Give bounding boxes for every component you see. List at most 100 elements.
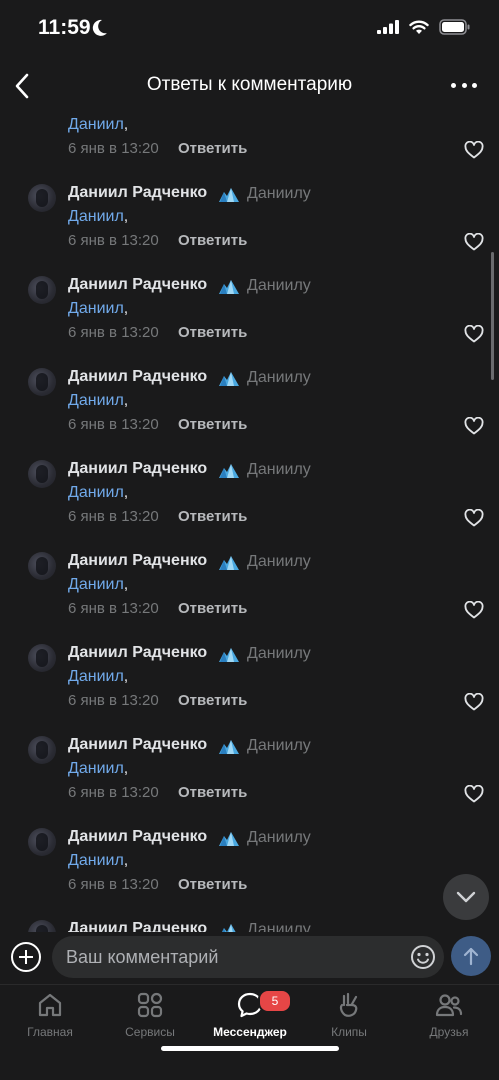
- tab-clips[interactable]: Клипы: [301, 991, 397, 1041]
- mention-link[interactable]: Даниил: [68, 760, 124, 777]
- wifi-icon: [409, 20, 429, 34]
- comment-author[interactable]: Даниил Радченко: [68, 460, 207, 478]
- status-bar: 11:59: [0, 0, 499, 58]
- reply-button[interactable]: Ответить: [178, 876, 247, 893]
- avatar[interactable]: [28, 644, 56, 672]
- mention-link[interactable]: Даниил: [68, 484, 124, 501]
- mention-link[interactable]: Даниил: [68, 116, 124, 133]
- comment-author[interactable]: Даниил Радченко: [68, 368, 207, 386]
- header: Ответы к комментарию: [0, 58, 499, 114]
- mention-link[interactable]: Даниил: [68, 668, 124, 685]
- comment-item: Даниил Радченко Даниилу Даниил, 6 янв в …: [0, 276, 499, 368]
- reply-to-name[interactable]: Даниилу: [247, 737, 311, 755]
- signal-icon: [377, 20, 399, 34]
- crystal-icon: [219, 556, 239, 570]
- comment-item: Даниил Радченко Даниилу Даниил, 6 янв в …: [0, 644, 499, 736]
- scrollbar[interactable]: [491, 252, 494, 380]
- dot-icon: [451, 82, 456, 88]
- avatar[interactable]: [28, 552, 56, 580]
- comment-mention[interactable]: Даниил,: [68, 668, 128, 686]
- comment-time: 6 янв в 13:20: [68, 232, 159, 249]
- reply-to-name[interactable]: Даниилу: [247, 553, 311, 571]
- reply-to-name[interactable]: Даниилу: [247, 921, 311, 932]
- comment-time: 6 янв в 13:20: [68, 324, 159, 341]
- reply-button[interactable]: Ответить: [178, 508, 247, 525]
- tab-services[interactable]: Сервисы: [102, 991, 198, 1041]
- reply-to-name[interactable]: Даниилу: [247, 829, 311, 847]
- comment-item: Даниил Радченко Даниилу Даниил, 6 янв в …: [0, 828, 499, 920]
- comment-mention[interactable]: Даниил,: [68, 392, 128, 410]
- comment-mention[interactable]: Даниил,: [68, 576, 128, 594]
- reply-button[interactable]: Ответить: [178, 324, 247, 341]
- tab-messenger[interactable]: 5 Мессенджер: [202, 989, 298, 1041]
- comment-author[interactable]: Даниил Радченко: [68, 184, 207, 202]
- reply-to-name[interactable]: Даниилу: [247, 185, 311, 203]
- tab-friends[interactable]: Друзья: [401, 991, 497, 1041]
- comment-mention[interactable]: Даниил,: [68, 300, 128, 318]
- status-icons: [377, 19, 471, 35]
- comment-author[interactable]: Даниил Радченко: [68, 276, 207, 294]
- comment-input[interactable]: [66, 936, 406, 978]
- heart-icon[interactable]: [464, 141, 484, 159]
- avatar[interactable]: [28, 736, 56, 764]
- comment-author[interactable]: Даниил Радченко: [68, 644, 207, 662]
- avatar[interactable]: [28, 828, 56, 856]
- comment-author[interactable]: Даниил Радченко: [68, 552, 207, 570]
- heart-icon[interactable]: [464, 233, 484, 251]
- heart-icon[interactable]: [464, 785, 484, 803]
- heart-icon[interactable]: [464, 325, 484, 343]
- services-icon: [137, 992, 163, 1018]
- reply-button[interactable]: Ответить: [178, 140, 247, 157]
- comment-mention[interactable]: Даниил,: [68, 116, 128, 134]
- avatar[interactable]: [28, 920, 56, 932]
- mention-link[interactable]: Даниил: [68, 392, 124, 409]
- mention-link[interactable]: Даниил: [68, 852, 124, 869]
- reply-to-name[interactable]: Даниилу: [247, 645, 311, 663]
- heart-icon[interactable]: [464, 601, 484, 619]
- comment-author[interactable]: Даниил Радченко: [68, 736, 207, 754]
- comment-item: Даниил Радченко Даниилу Даниил, 6 янв в …: [0, 184, 499, 276]
- arrow-up-icon: [463, 947, 479, 966]
- reply-to-name[interactable]: Даниилу: [247, 369, 311, 387]
- reply-button[interactable]: Ответить: [178, 692, 247, 709]
- comment-mention[interactable]: Даниил,: [68, 760, 128, 778]
- mention-link[interactable]: Даниил: [68, 208, 124, 225]
- unread-badge: 5: [258, 989, 292, 1013]
- tab-label: Главная: [27, 1025, 73, 1039]
- crystal-icon: [219, 372, 239, 386]
- heart-icon[interactable]: [464, 693, 484, 711]
- scroll-down-button[interactable]: [443, 874, 489, 920]
- reply-button[interactable]: Ответить: [178, 232, 247, 249]
- reply-button[interactable]: Ответить: [178, 600, 247, 617]
- comment-author[interactable]: Даниил Радченко: [68, 920, 207, 932]
- comment-feed[interactable]: Даниил, 6 янв в 13:20 Ответить Даниил Ра…: [0, 114, 499, 932]
- heart-icon[interactable]: [464, 417, 484, 435]
- send-button[interactable]: [451, 936, 491, 976]
- comment-author[interactable]: Даниил Радченко: [68, 828, 207, 846]
- tab-home[interactable]: Главная: [2, 991, 98, 1041]
- avatar[interactable]: [28, 460, 56, 488]
- home-icon: [38, 993, 62, 1017]
- chevron-down-icon: [456, 891, 476, 903]
- comment-mention[interactable]: Даниил,: [68, 208, 128, 226]
- tab-label: Клипы: [331, 1025, 367, 1039]
- avatar[interactable]: [28, 276, 56, 304]
- reply-button[interactable]: Ответить: [178, 784, 247, 801]
- mention-link[interactable]: Даниил: [68, 300, 124, 317]
- reply-to-name[interactable]: Даниилу: [247, 277, 311, 295]
- heart-icon[interactable]: [464, 509, 484, 527]
- emoji-icon[interactable]: [410, 944, 436, 970]
- comment-mention[interactable]: Даниил,: [68, 484, 128, 502]
- more-options-button[interactable]: [451, 78, 477, 92]
- comment-time: 6 янв в 13:20: [68, 600, 159, 617]
- add-attachment-button[interactable]: [11, 942, 41, 972]
- comment-item-partial: Даниил, 6 янв в 13:20 Ответить: [0, 114, 499, 184]
- reply-button[interactable]: Ответить: [178, 416, 247, 433]
- avatar[interactable]: [28, 184, 56, 212]
- avatar[interactable]: [28, 368, 56, 396]
- tab-label: Мессенджер: [213, 1025, 287, 1039]
- comment-mention[interactable]: Даниил,: [68, 852, 128, 870]
- crystal-icon: [219, 280, 239, 294]
- mention-link[interactable]: Даниил: [68, 576, 124, 593]
- reply-to-name[interactable]: Даниилу: [247, 461, 311, 479]
